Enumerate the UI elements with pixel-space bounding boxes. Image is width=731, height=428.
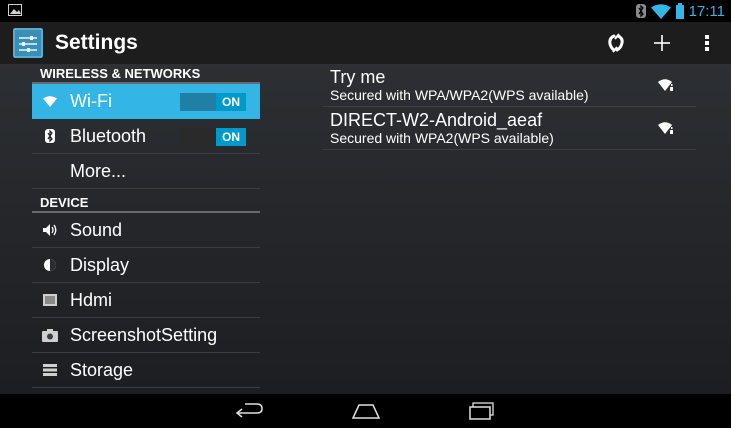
- section-header-wireless: WIRELESS & NETWORKS: [32, 64, 260, 84]
- wifi-icon: [650, 3, 671, 19]
- bluetooth-toggle[interactable]: ON: [180, 128, 246, 146]
- content-area: WIRELESS & NETWORKS Wi-Fi ON Bluetooth O…: [0, 64, 731, 394]
- settings-item-hdmi[interactable]: Hdmi: [32, 283, 260, 318]
- settings-item-label: Bluetooth: [70, 125, 147, 146]
- image-notification-icon: [8, 4, 22, 16]
- camera-icon: [40, 325, 60, 345]
- settings-item-display[interactable]: Display: [32, 248, 260, 283]
- settings-item-label: ScreenshotSetting: [70, 324, 218, 345]
- settings-item-bluetooth[interactable]: Bluetooth ON: [32, 119, 260, 154]
- recents-button[interactable]: [462, 400, 502, 422]
- add-network-button[interactable]: [645, 28, 679, 58]
- wifi-signal-icon: [658, 79, 673, 91]
- home-button[interactable]: [346, 400, 386, 422]
- settings-item-label: Hdmi: [70, 289, 113, 310]
- display-icon: [40, 255, 60, 275]
- home-icon: [351, 404, 381, 419]
- settings-item-screenshot[interactable]: ScreenshotSetting: [32, 318, 260, 353]
- network-name: DIRECT-W2-Android_aeaf: [330, 110, 543, 130]
- settings-item-label: Wi-Fi: [70, 90, 112, 111]
- network-security: Secured with WPA2(WPS available): [330, 130, 554, 146]
- back-button[interactable]: [230, 400, 270, 422]
- add-network-icon: [654, 35, 670, 51]
- page-title: Settings: [55, 31, 138, 54]
- settings-item-sound[interactable]: Sound: [32, 213, 260, 248]
- recents-icon: [469, 402, 494, 420]
- action-bar: Settings: [0, 22, 731, 64]
- settings-list: WIRELESS & NETWORKS Wi-Fi ON Bluetooth O…: [32, 64, 260, 388]
- network-list: Try me Secured with WPA/WPA2(WPS availab…: [323, 64, 696, 150]
- settings-item-more[interactable]: More...: [32, 154, 260, 189]
- toggle-on-label: ON: [216, 128, 246, 146]
- network-item[interactable]: Try me Secured with WPA/WPA2(WPS availab…: [323, 64, 696, 107]
- wifi-signal-icon: [658, 122, 673, 134]
- hdmi-icon: [40, 290, 60, 310]
- wifi-toggle[interactable]: ON: [180, 93, 246, 111]
- wps-button[interactable]: [599, 28, 633, 58]
- settings-item-label: More...: [70, 160, 127, 181]
- status-bar: 17:11: [0, 0, 731, 22]
- overflow-menu-icon: [705, 35, 709, 51]
- network-name: Try me: [330, 67, 386, 87]
- settings-item-storage[interactable]: Storage: [32, 353, 260, 388]
- settings-item-label: Storage: [70, 359, 134, 380]
- bluetooth-icon: [40, 126, 60, 146]
- clock: 17:11: [688, 2, 725, 20]
- wps-icon: [608, 33, 624, 53]
- network-security: Secured with WPA/WPA2(WPS available): [330, 87, 589, 103]
- settings-item-label: Display: [70, 254, 130, 275]
- storage-icon: [40, 360, 60, 380]
- sound-icon: [40, 220, 60, 240]
- settings-app-icon[interactable]: [13, 28, 43, 58]
- network-item[interactable]: DIRECT-W2-Android_aeaf Secured with WPA2…: [323, 107, 696, 150]
- wifi-icon: [40, 91, 60, 111]
- battery-icon: [675, 3, 684, 19]
- navigation-bar: [0, 394, 731, 428]
- bluetooth-icon: [635, 4, 646, 18]
- back-icon: [235, 403, 263, 418]
- settings-item-label: Sound: [70, 219, 123, 240]
- overflow-menu-button[interactable]: [690, 28, 724, 58]
- toggle-on-label: ON: [216, 93, 246, 111]
- section-header-device: DEVICE: [32, 193, 260, 213]
- settings-item-wifi[interactable]: Wi-Fi ON: [32, 84, 260, 119]
